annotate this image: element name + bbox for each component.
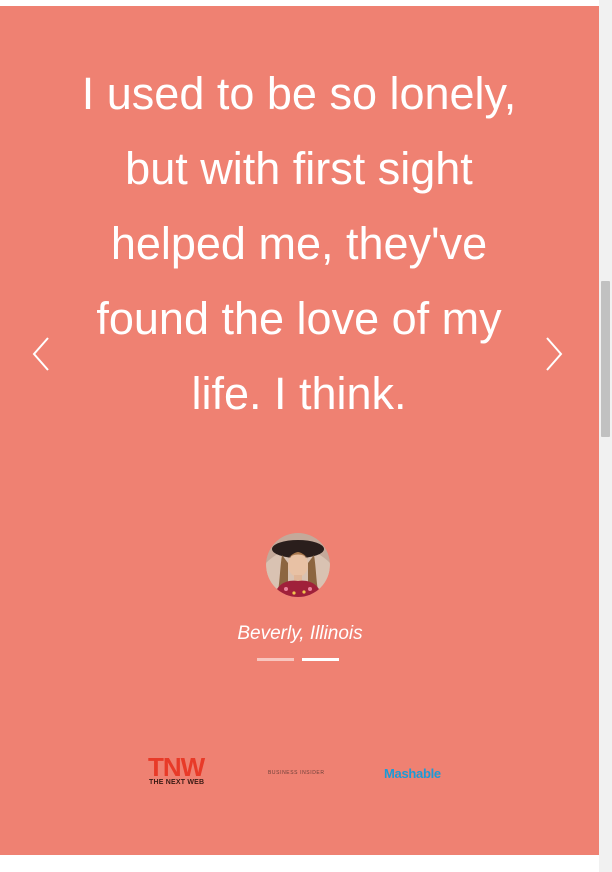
tnw-logo-subtitle: THE NEXT WEB (149, 779, 205, 786)
next-testimonial-button[interactable] (541, 334, 567, 374)
author-avatar (266, 533, 330, 597)
pagination-dot-2-active[interactable] (302, 658, 339, 661)
press-logo-mashable: Mashable (384, 766, 441, 781)
pagination-dot-1[interactable] (257, 658, 294, 661)
previous-testimonial-button[interactable] (28, 334, 54, 374)
page-scrollbar[interactable] (599, 0, 612, 872)
press-logo-the-next-web: TNW THE NEXT WEB (148, 752, 212, 791)
scrollbar-thumb[interactable] (601, 281, 610, 437)
testimonial-author: Beverly, Illinois (237, 623, 363, 644)
tnw-logo-mark: TNW (148, 752, 205, 782)
chevron-right-icon (546, 337, 563, 371)
chevron-left-icon (32, 337, 49, 371)
testimonial-quote: I used to be so lonely, but with first s… (81, 68, 517, 419)
page: I used to be so lonely, but with first s… (0, 0, 612, 872)
testimonial-slider: I used to be so lonely, but with first s… (0, 6, 599, 855)
press-logo-business-insider: BUSINESS INSIDER (268, 770, 325, 776)
avatar-portrait-image (266, 533, 330, 597)
